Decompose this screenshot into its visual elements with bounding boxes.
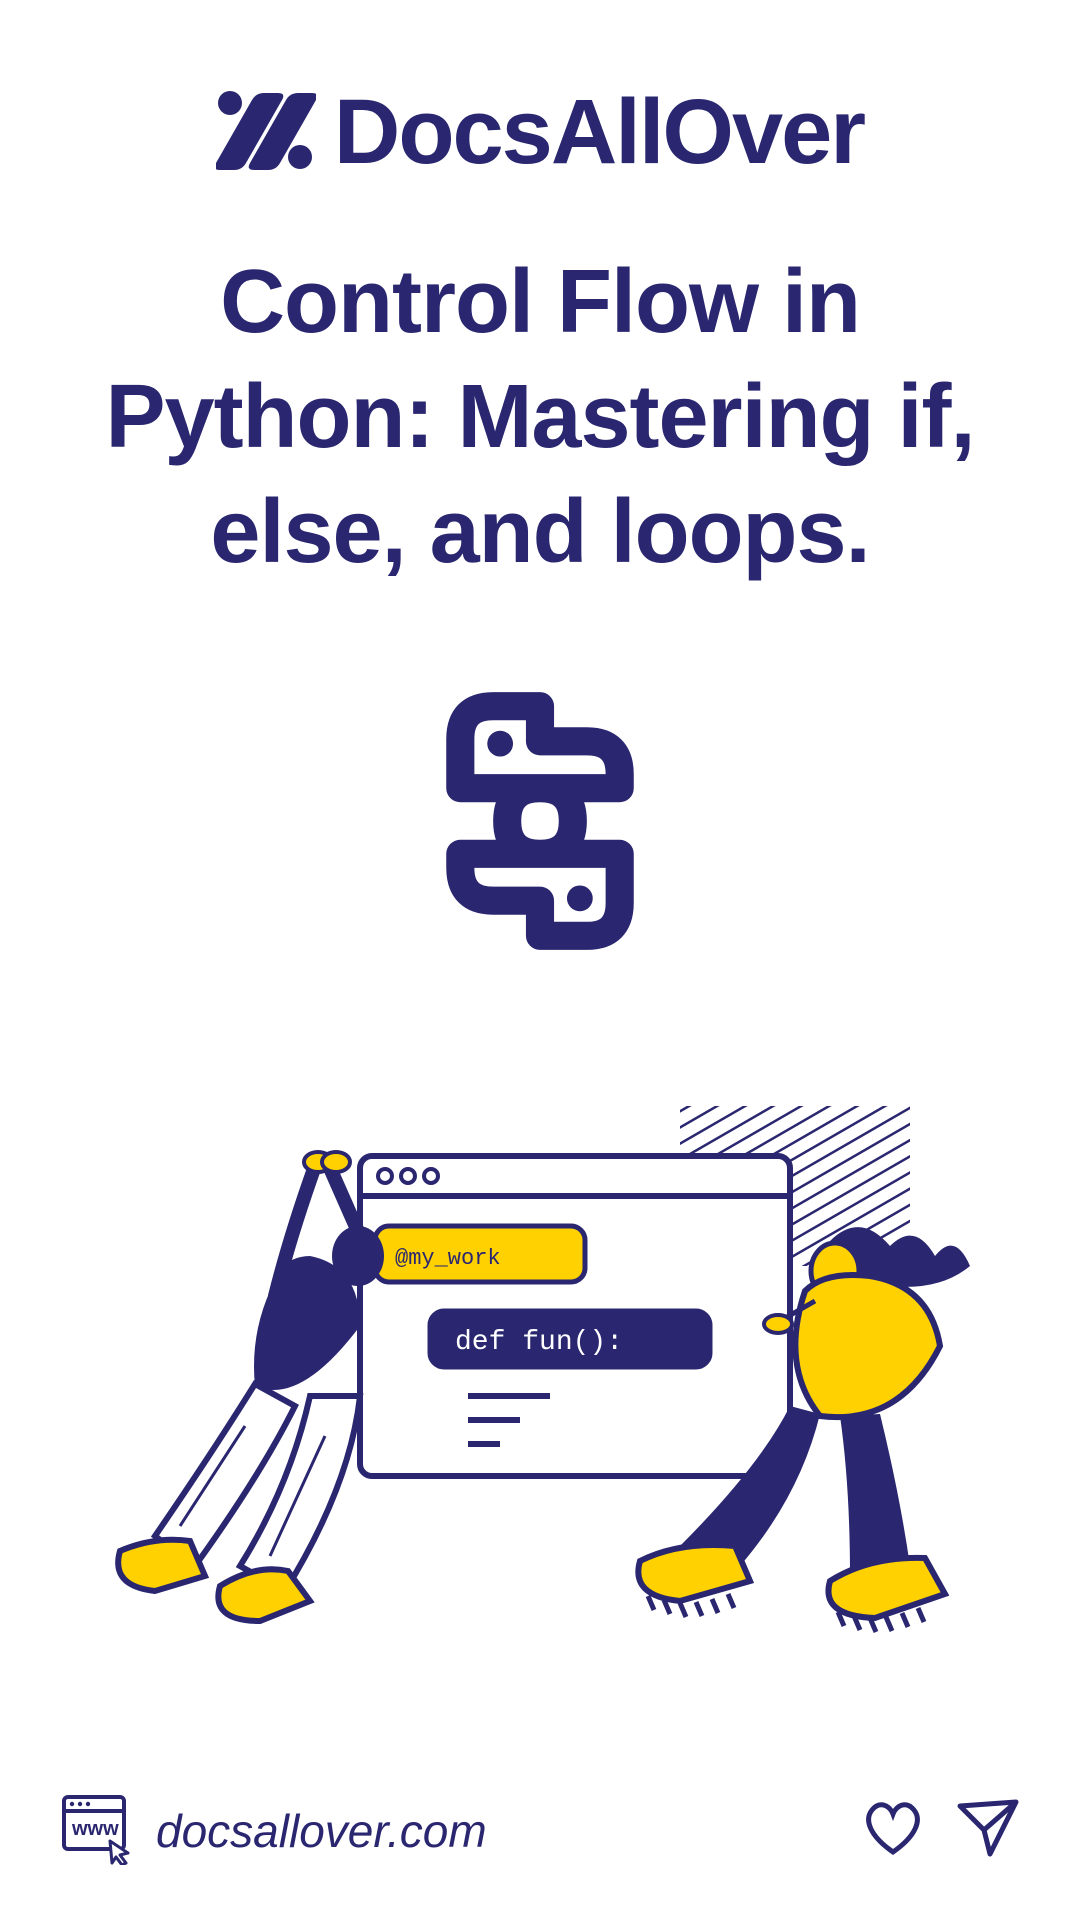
- code-decorator-text: @my_work: [395, 1246, 501, 1271]
- footer: www docsallover.com: [60, 1791, 1020, 1870]
- person-left-illustration: [118, 1152, 384, 1621]
- domain-text: docsallover.com: [156, 1804, 487, 1858]
- python-logo-icon: [390, 671, 690, 976]
- brand-header: DocsAllOver: [216, 80, 864, 185]
- code-function-text: def fun():: [455, 1327, 623, 1358]
- page-title: Control Flow in Python: Mastering if, el…: [60, 245, 1020, 591]
- people-pushing-window-illustration: @my_work def fun():: [60, 1096, 1020, 1656]
- website-icon: www: [60, 1791, 134, 1870]
- footer-right: [860, 1798, 1020, 1863]
- svg-text:www: www: [71, 1818, 119, 1840]
- heart-icon[interactable]: [860, 1798, 926, 1863]
- footer-left: www docsallover.com: [60, 1791, 487, 1870]
- send-icon[interactable]: [956, 1798, 1020, 1863]
- brand-name: DocsAllOver: [334, 80, 864, 185]
- brand-logo-icon: [216, 85, 316, 180]
